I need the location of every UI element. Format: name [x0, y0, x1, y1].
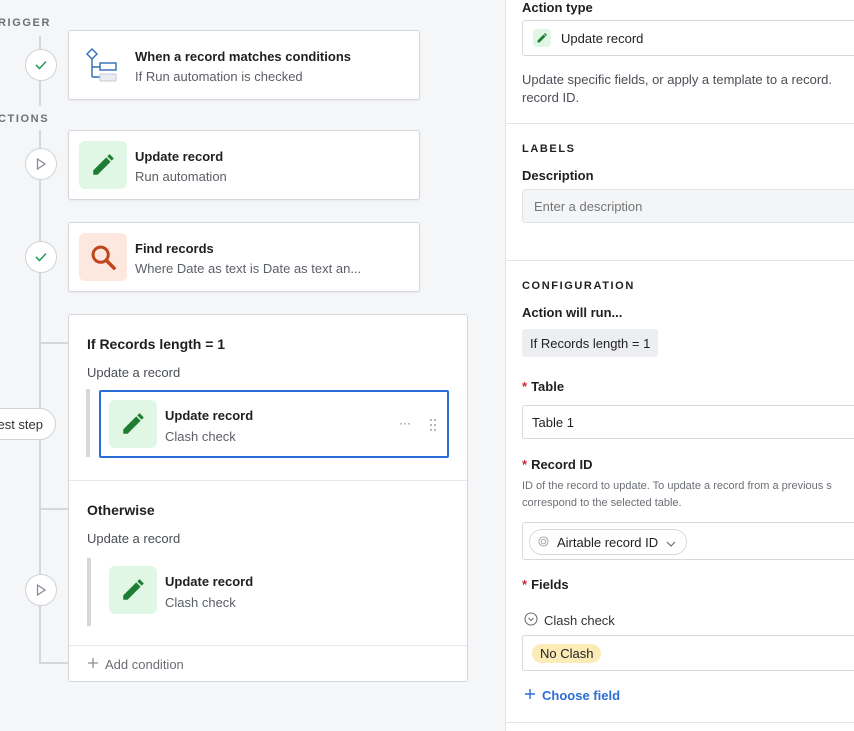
- field-value-select[interactable]: No Clash: [522, 635, 854, 671]
- step-status-check-icon[interactable]: [25, 241, 57, 273]
- labels-section-title: LABELS: [522, 143, 576, 155]
- otherwise-subheading: Update a record: [87, 531, 181, 546]
- description-input[interactable]: [522, 189, 854, 223]
- step-status-check-icon[interactable]: [25, 49, 57, 81]
- section-divider: [506, 123, 854, 124]
- trigger-card-title: When a record matches conditions: [135, 49, 351, 64]
- record-id-help: ID of the record to update. To update a …: [522, 480, 832, 492]
- trigger-card[interactable]: When a record matches conditions If Run …: [68, 30, 420, 100]
- section-divider: [506, 260, 854, 261]
- action-type-label: Action type: [522, 0, 593, 15]
- drag-handle-icon[interactable]: [429, 418, 437, 437]
- condition-heading[interactable]: If Records length = 1: [87, 336, 225, 352]
- update-record-card[interactable]: Update record Run automation: [68, 130, 420, 200]
- fields-label-text: Fields: [531, 577, 569, 592]
- record-id-token[interactable]: Airtable record ID: [529, 529, 688, 555]
- branch-divider: [69, 645, 467, 646]
- trigger-card-subtitle: If Run automation is checked: [135, 69, 303, 84]
- action-will-run-label: Action will run...: [522, 305, 623, 320]
- choose-field-button[interactable]: Choose field: [524, 688, 620, 703]
- required-mark: *: [522, 457, 528, 472]
- chevron-circle-icon: [524, 612, 538, 629]
- required-mark: *: [522, 379, 528, 394]
- table-label: * Table: [522, 379, 564, 394]
- record-id-field[interactable]: Airtable record ID: [522, 522, 854, 560]
- add-condition-button[interactable]: Add condition: [87, 657, 184, 672]
- actions-section-label: CTIONS: [0, 113, 50, 125]
- record-id-label: * Record ID: [522, 457, 592, 472]
- search-icon: [79, 233, 127, 281]
- pencil-icon: [79, 141, 127, 189]
- branch-indent-bar: [87, 558, 91, 626]
- chevron-down-icon: [666, 535, 676, 550]
- action-card-subtitle: Run automation: [135, 169, 227, 184]
- subcard-subtitle: Clash check: [165, 429, 236, 444]
- pencil-icon: [109, 400, 157, 448]
- plus-icon: [87, 657, 99, 672]
- more-menu-icon[interactable]: ···: [399, 416, 411, 430]
- choose-field-label: Choose field: [542, 688, 621, 703]
- run-step-play-icon[interactable]: [25, 574, 57, 606]
- action-type-description: Update specific fields, or apply a templ…: [522, 72, 832, 87]
- field-name-row[interactable]: Clash check: [524, 612, 615, 629]
- run-step-play-icon[interactable]: [25, 148, 57, 180]
- branch-connector: [39, 508, 69, 510]
- branch-divider: [69, 480, 467, 481]
- subcard-title: Update record: [165, 408, 254, 423]
- automation-canvas: RIGGER CTIONS est step When a record mat…: [0, 0, 505, 731]
- trigger-section-label: RIGGER: [0, 17, 51, 29]
- action-type-select[interactable]: Update record: [522, 20, 854, 56]
- action-card-subtitle: Where Date as text is Date as text an...: [135, 261, 362, 276]
- description-label: Description: [522, 168, 594, 183]
- condition-chip: If Records length = 1: [522, 329, 659, 357]
- section-divider: [506, 722, 854, 723]
- field-value-chip: No Clash: [532, 644, 602, 663]
- conditions-tree-icon: [79, 41, 127, 89]
- action-card-title: Update record: [135, 149, 224, 164]
- table-select[interactable]: Table 1: [522, 405, 854, 439]
- find-records-card[interactable]: Find records Where Date as text is Date …: [68, 222, 420, 292]
- conditional-group: If Records length = 1 Update a record Up…: [68, 314, 468, 682]
- condition-subheading: Update a record: [87, 365, 181, 380]
- branch-connector: [39, 342, 69, 344]
- update-record-card-selected[interactable]: Update record Clash check ···: [99, 390, 449, 458]
- record-id-token-label: Airtable record ID: [557, 534, 659, 550]
- record-id-help-cont: correspond to the selected table.: [522, 497, 682, 509]
- fields-label: * Fields: [522, 577, 569, 592]
- table-label-text: Table: [531, 379, 565, 394]
- subcard-subtitle: Clash check: [165, 595, 236, 610]
- test-step-label: est step: [0, 416, 43, 432]
- branch-connector: [39, 662, 69, 664]
- pencil-icon: [533, 29, 551, 47]
- branch-indent-bar: [86, 389, 90, 457]
- configuration-section-title: CONFIGURATION: [522, 280, 635, 292]
- action-config-panel: Action type Update record Update specifi…: [505, 0, 854, 731]
- subcard-title: Update record: [165, 574, 254, 589]
- fingerprint-icon: [538, 535, 549, 550]
- action-card-title: Find records: [135, 241, 214, 256]
- action-type-description-cont: record ID.: [522, 90, 580, 105]
- required-mark: *: [522, 577, 528, 592]
- action-type-value: Update record: [561, 30, 644, 46]
- field-name: Clash check: [544, 613, 615, 628]
- otherwise-heading[interactable]: Otherwise: [87, 502, 155, 518]
- update-record-card[interactable]: Update record Clash check: [87, 558, 437, 626]
- test-step-button[interactable]: est step: [0, 408, 56, 440]
- record-id-label-text: Record ID: [531, 457, 593, 472]
- plus-icon: [524, 688, 536, 703]
- add-condition-label: Add condition: [105, 657, 184, 672]
- pencil-icon: [109, 566, 157, 614]
- table-select-value: Table 1: [532, 414, 574, 430]
